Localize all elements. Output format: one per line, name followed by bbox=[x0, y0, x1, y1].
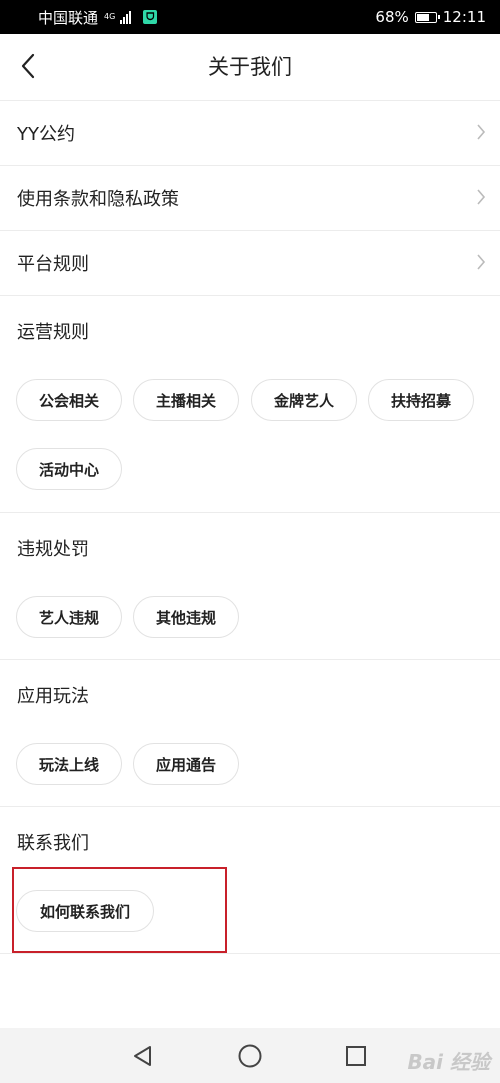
section-title: 违规处罚 bbox=[17, 539, 89, 560]
carrier-name: 中国联通 bbox=[38, 8, 99, 27]
chip-gold-artist[interactable]: 金牌艺人 bbox=[251, 379, 357, 421]
back-button[interactable] bbox=[10, 48, 46, 84]
menu-row-yy-convention[interactable]: YY公约 bbox=[0, 101, 500, 166]
watermark-logo: Bai 经验 bbox=[407, 1050, 490, 1074]
section-title: 联系我们 bbox=[17, 833, 89, 854]
triangle-back-icon bbox=[134, 1046, 151, 1066]
chip-app-notice[interactable]: 应用通告 bbox=[133, 743, 239, 785]
nav-bar: 关于我们 bbox=[0, 34, 500, 101]
app-notification-icon: ᗜ bbox=[143, 10, 158, 24]
page-title: 关于我们 bbox=[208, 55, 292, 79]
section-title: 应用玩法 bbox=[17, 686, 89, 707]
square-recents-icon bbox=[346, 1046, 366, 1066]
chevron-left-icon bbox=[21, 53, 35, 79]
clock: 12:11 bbox=[442, 8, 486, 26]
menu-row-label: YY公约 bbox=[17, 124, 75, 145]
chip-support-recruit[interactable]: 扶持招募 bbox=[368, 379, 474, 421]
section-title: 运营规则 bbox=[17, 322, 89, 343]
menu-row-platform-rules[interactable]: 平台规则 bbox=[0, 231, 500, 296]
chip-anchor[interactable]: 主播相关 bbox=[133, 379, 239, 421]
section-violations: 违规处罚 艺人违规 其他违规 bbox=[0, 513, 500, 660]
nav-back-button[interactable] bbox=[129, 1042, 157, 1070]
battery-icon bbox=[414, 11, 440, 23]
chevron-right-icon bbox=[477, 189, 486, 205]
battery-percent: 68% bbox=[375, 8, 409, 26]
status-bar: 中国联通 4G ᗜ 68% 12:11 bbox=[0, 0, 500, 34]
section-app-gameplay: 应用玩法 玩法上线 应用通告 bbox=[0, 660, 500, 807]
chip-guild[interactable]: 公会相关 bbox=[16, 379, 122, 421]
chip-how-to-contact[interactable]: 如何联系我们 bbox=[16, 890, 154, 932]
chevron-right-icon bbox=[477, 254, 486, 270]
menu-row-label: 使用条款和隐私政策 bbox=[17, 189, 179, 210]
nav-home-button[interactable] bbox=[236, 1042, 264, 1070]
status-right: 68% 12:11 bbox=[375, 8, 486, 26]
chevron-right-icon bbox=[477, 124, 486, 140]
chip-other-violation[interactable]: 其他违规 bbox=[133, 596, 239, 638]
chip-gameplay-launch[interactable]: 玩法上线 bbox=[16, 743, 122, 785]
nav-recents-button[interactable] bbox=[342, 1042, 370, 1070]
signal-icon bbox=[120, 10, 132, 24]
menu-row-terms-privacy[interactable]: 使用条款和隐私政策 bbox=[0, 166, 500, 231]
network-type: 4G bbox=[104, 12, 116, 21]
section-contact-us: 联系我们 如何联系我们 bbox=[0, 807, 500, 954]
system-nav-bar: Bai 经验 bbox=[0, 1028, 500, 1083]
circle-home-icon bbox=[238, 1044, 262, 1068]
carrier-group: 中国联通 4G ᗜ bbox=[38, 7, 158, 28]
chip-artist-violation[interactable]: 艺人违规 bbox=[16, 596, 122, 638]
menu-row-label: 平台规则 bbox=[17, 254, 89, 275]
chip-activity-center[interactable]: 活动中心 bbox=[16, 448, 122, 490]
section-operation-rules: 运营规则 公会相关 主播相关 金牌艺人 扶持招募 活动中心 bbox=[0, 296, 500, 513]
